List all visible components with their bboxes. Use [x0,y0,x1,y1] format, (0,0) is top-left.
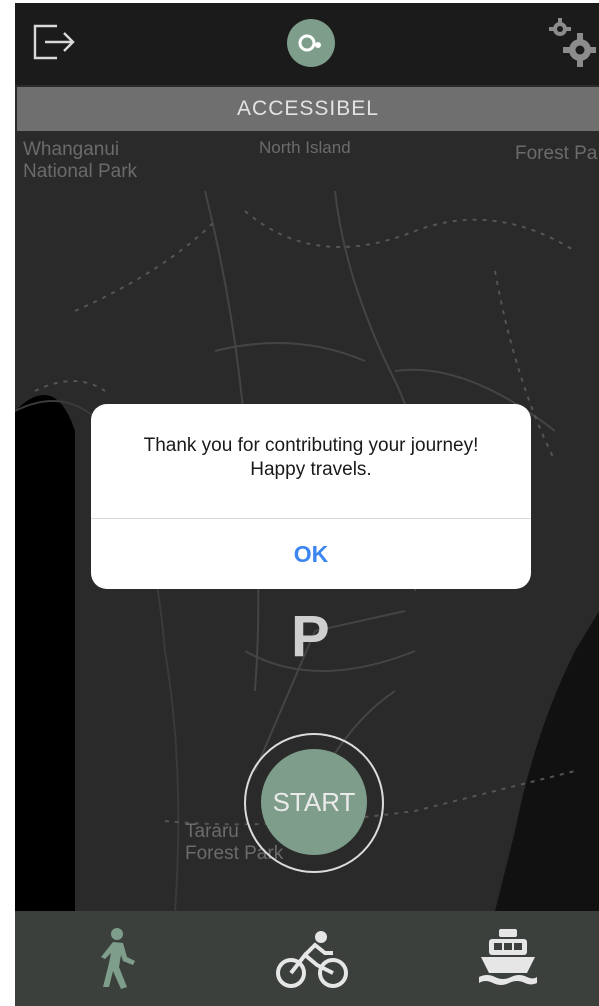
transport-mode-bar [15,911,599,1006]
alert-dialog: Thank you for contributing your journey!… [91,404,531,589]
app-screen: Whanganui National Park North Island For… [15,3,599,1006]
dialog-ok-button[interactable]: OK [91,519,531,589]
gear-icon[interactable] [548,17,596,67]
walking-icon[interactable] [91,927,139,989]
logo-mark [298,34,321,52]
map-label-north-island: North Island [259,138,351,157]
top-bar [15,3,599,85]
cycling-icon[interactable] [275,929,349,989]
map-label-whanganui: Whanganui National Park [23,139,138,182]
app-title-banner: ACCESSIBEL [17,87,599,131]
start-button[interactable]: START [261,749,367,855]
dialog-message: Thank you for contributing your journey!… [143,435,479,480]
ferry-icon[interactable] [477,927,539,989]
map-label-forest-park: Forest Pa [515,143,598,164]
sea-area [15,395,75,911]
sea-area-east [495,611,599,911]
logout-icon[interactable] [31,23,77,61]
parking-marker[interactable]: P [291,603,330,670]
app-logo-icon[interactable] [287,19,335,67]
